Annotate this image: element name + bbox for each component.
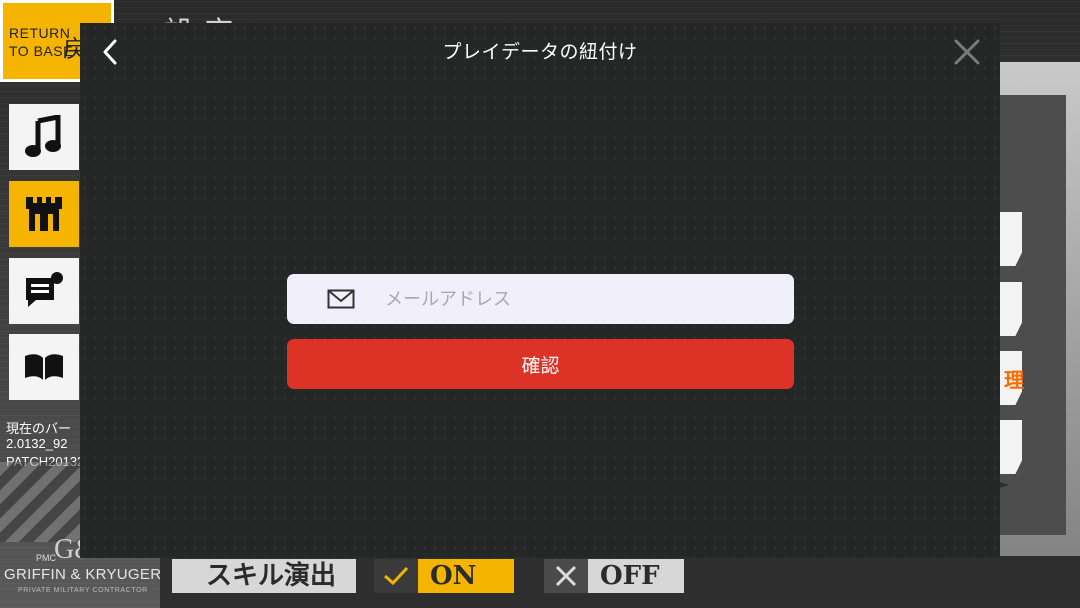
- side-menu-guide[interactable]: [9, 334, 79, 400]
- close-button[interactable]: [952, 37, 982, 67]
- on-label: ON: [430, 561, 477, 591]
- side-menu-music[interactable]: [9, 104, 79, 170]
- check-icon: [374, 559, 418, 593]
- company-subtitle: PRIVATE MILITARY CONTRACTOR: [18, 587, 148, 594]
- company-name: GRIFFIN & KRYUGER®: [4, 566, 173, 583]
- version-label: 現在のバー: [6, 421, 72, 436]
- skill-on-toggle[interactable]: ON: [374, 559, 514, 593]
- skill-off-toggle[interactable]: OFF: [544, 559, 684, 593]
- book-icon: [25, 354, 63, 380]
- email-field[interactable]: [287, 274, 794, 324]
- off-label: OFF: [600, 561, 660, 591]
- return-label-line1: RETURN: [9, 25, 71, 41]
- link-play-data-modal: プレイデータの紐付け 確認: [80, 23, 1000, 558]
- cross-icon: [544, 559, 588, 593]
- modal-title: プレイデータの紐付け: [442, 41, 638, 63]
- right-tab[interactable]: [1000, 282, 1022, 336]
- close-icon: [954, 39, 980, 65]
- right-tab-glyph: 理: [1004, 368, 1024, 392]
- app-version: 2.0132_92: [6, 436, 68, 451]
- confirm-button[interactable]: 確認: [287, 339, 794, 389]
- mail-icon: [327, 289, 355, 309]
- skill-effect-label: スキル演出: [172, 559, 356, 593]
- side-menu-base[interactable]: [9, 181, 79, 247]
- music-note-icon: [25, 115, 61, 157]
- chat-notice-icon: [26, 272, 63, 307]
- email-input[interactable]: [385, 274, 775, 324]
- right-tab[interactable]: [1000, 212, 1022, 266]
- castle-tower-icon: [26, 197, 62, 231]
- logo-pmc: PMC: [36, 553, 56, 563]
- decorative-stripes: [0, 462, 80, 542]
- side-menu-notice[interactable]: [9, 258, 79, 324]
